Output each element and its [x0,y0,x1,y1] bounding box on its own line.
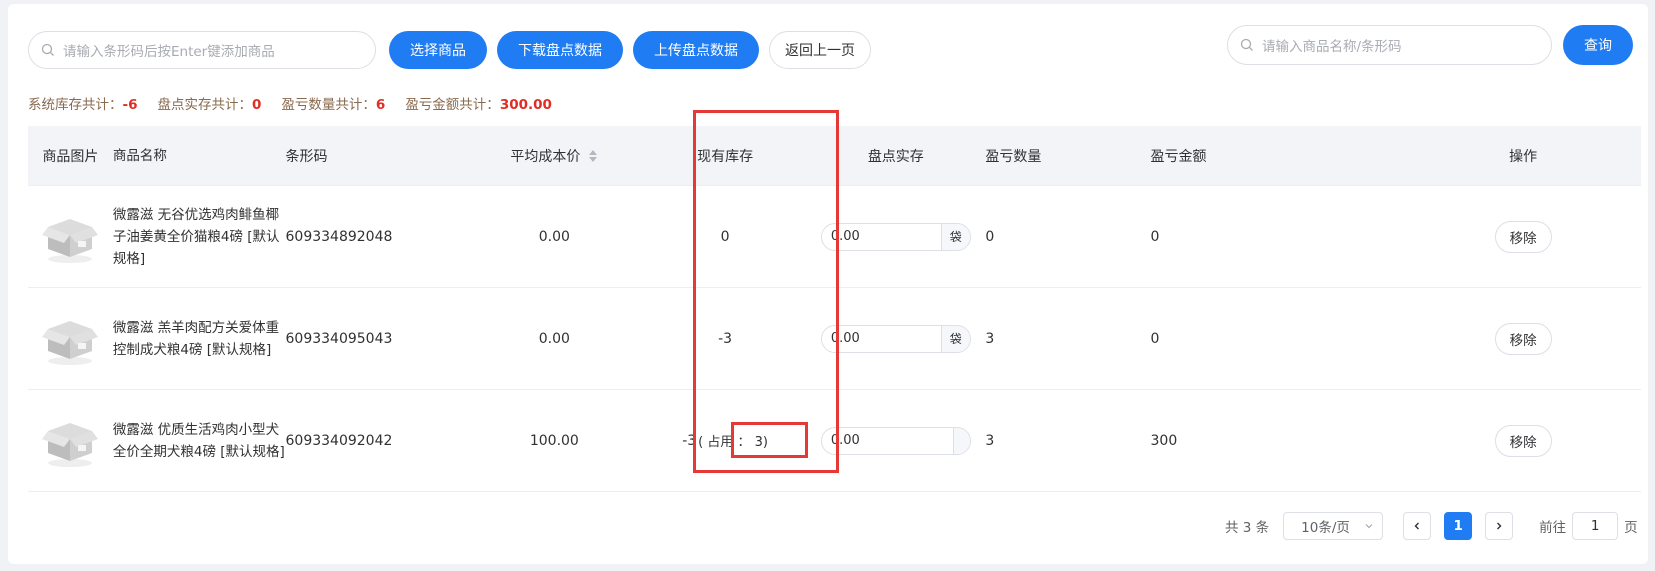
count-input-value: 0.00 [830,433,860,448]
header-action: 操作 [1509,148,1538,165]
op-cell: 移除 [1405,390,1641,491]
avg-cost: 0.00 [538,228,570,245]
header-barcode: 条形码 [285,148,328,165]
product-name: 微露滋 优质生活鸡肉小型犬全价全期犬粮4磅 [默认规格] [112,421,285,460]
remove-button[interactable]: 移除 [1494,322,1552,355]
stock-column-highlight [693,110,839,473]
search-input-placeholder: 请输入商品名称/条形码 [1262,39,1402,55]
pl-qty-label: 盈亏数量共计： [281,97,376,113]
count-input[interactable]: 0.00 袋 [820,222,971,251]
barcode-input-placeholder: 请输入条形码后按Enter键添加商品 [63,44,275,60]
count-input-value: 0.00 [830,229,860,244]
product-image [28,288,113,389]
chevron-down-icon [1365,524,1373,529]
pl-qty: 0 [985,228,995,245]
pl-amount-label: 盈亏金额共计： [405,97,500,113]
select-goods-button[interactable]: 选择商品 [389,31,487,69]
barcode: 609334892048 [285,228,393,245]
count-input[interactable]: 0.00 [820,426,971,455]
pl-qty-value: 6 [375,97,386,113]
remove-button[interactable]: 移除 [1494,220,1552,253]
count-input-value: 0.00 [830,331,860,346]
barcode: 609334095043 [285,330,393,347]
op-cell: 移除 [1405,186,1641,287]
actual-stock-value: 0 [252,97,262,113]
system-stock-summary: 系统库存共计：-6 [28,93,138,113]
unit-label: 袋 [940,325,970,352]
page-suffix: 页 [1624,520,1638,536]
barcode: 609334092042 [285,432,393,449]
pl-amount-value: 300.00 [499,97,552,113]
box-icon [42,218,99,263]
pl-qty: 3 [985,330,995,347]
pl-amount: 0 [1150,228,1160,245]
chevron-right-icon [1497,522,1502,530]
page-size-value: 10条/页 [1301,520,1350,536]
search-icon [41,43,54,56]
prev-page-button[interactable] [1403,512,1432,540]
page-size-select[interactable]: 10条/页 [1283,512,1384,540]
unit-label [952,427,970,454]
header-name: 商品名称 [112,147,167,164]
count-input[interactable]: 0.00 袋 [820,324,971,353]
product-image [28,390,113,491]
system-stock-value: -6 [122,97,138,113]
total-count: 共 3 条 [1225,520,1270,536]
summary-bar: 系统库存共计：-6 盘点实存共计：0 盈亏数量共计：6 盈亏金额共计：300.0… [28,93,572,113]
remove-button[interactable]: 移除 [1494,424,1552,457]
next-page-button[interactable] [1485,512,1514,540]
header-avg-cost[interactable]: 平均成本价 [465,126,644,185]
pagination: 共 3 条 10条/页 1 前往 1 页 [1225,512,1638,540]
unit-label: 袋 [940,223,970,250]
query-button[interactable]: 查询 [1563,25,1633,65]
pl-amount: 0 [1150,330,1160,347]
header-pl-amount: 盈亏金额 [1150,148,1207,165]
product-name: 微露滋 羔羊肉配方关爱体重控制成犬粮4磅 [默认规格] [112,319,280,358]
page-number[interactable]: 1 [1444,512,1473,540]
chevron-left-icon [1414,522,1420,530]
sort-icon[interactable] [588,149,598,163]
box-icon [42,422,99,467]
back-button[interactable]: 返回上一页 [769,31,871,69]
avg-cost: 100.00 [529,432,579,449]
goto-label: 前往 [1539,520,1567,536]
avg-cost: 0.00 [538,330,570,347]
header-image: 商品图片 [42,148,99,165]
header-pl-qty: 盈亏数量 [985,148,1042,165]
product-image [28,186,113,287]
pl-amount-summary: 盈亏金额共计：300.00 [405,93,552,113]
system-stock-label: 系统库存共计： [28,97,123,113]
pl-qty: 3 [985,432,995,449]
search-icon [1240,38,1253,51]
pl-qty-summary: 盈亏数量共计：6 [281,93,385,113]
actual-stock-summary: 盘点实存共计：0 [158,93,262,113]
pl-amount: 300 [1150,432,1178,449]
actual-stock-label: 盘点实存共计： [157,97,253,113]
goto-page-input[interactable]: 1 [1572,512,1619,540]
download-data-button[interactable]: 下载盘点数据 [497,31,623,69]
occupied-note-highlight [731,422,808,458]
barcode-input[interactable]: 请输入条形码后按Enter键添加商品 [28,31,376,69]
box-icon [42,320,99,365]
header-avg-cost-label: 平均成本价 [510,148,581,165]
search-input[interactable]: 请输入商品名称/条形码 [1227,25,1552,65]
upload-data-button[interactable]: 上传盘点数据 [633,31,759,69]
product-name: 微露滋 无谷优选鸡肉鲱鱼椰子油姜黄全价猫粮4磅 [默认规格] [112,206,280,267]
op-cell: 移除 [1405,288,1641,389]
